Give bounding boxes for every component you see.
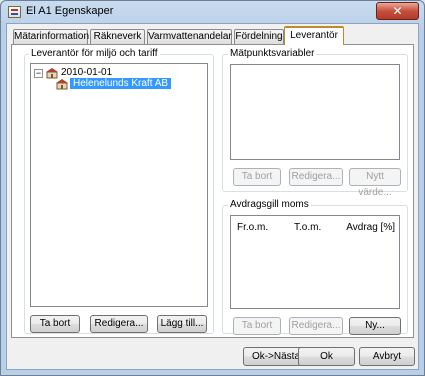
meter-vars-new-value-button[interactable]: Nytt värde...	[349, 168, 401, 198]
close-button[interactable]: ✕	[376, 2, 419, 20]
app-icon	[8, 6, 21, 18]
tab-varmvattenandelar[interactable]: Varmvattenandelar	[147, 29, 232, 45]
meter-variables-list[interactable]	[230, 64, 400, 160]
vat-remove-button[interactable]: Ta bort	[233, 317, 281, 335]
tab-matarinformation[interactable]: Mätarinformation	[13, 29, 89, 45]
supplier-add-button[interactable]: Lägg till...	[157, 315, 207, 333]
title-bar[interactable]: El A1 Egenskaper ✕	[1, 1, 424, 23]
vat-group-label: Avdragsgill moms	[228, 199, 311, 210]
tab-fordelning[interactable]: Fördelning	[234, 29, 284, 45]
ok-button[interactable]: Ok	[298, 347, 355, 366]
dialog-client-area: Mätarinformation Räkneverk Varmvattenand…	[6, 23, 419, 370]
window-title: El A1 Egenskaper	[26, 5, 114, 17]
supplier-building-icon	[56, 79, 68, 90]
vat-col-to[interactable]: T.o.m.	[294, 222, 321, 233]
supplier-group-label: Leverantör för miljö och tariff	[29, 48, 160, 59]
vat-list[interactable]: Fr.o.m. T.o.m. Avdrag [%]	[230, 215, 400, 309]
dialog-footer: Ok->Nästa Ok Avbryt	[7, 343, 420, 371]
cancel-button[interactable]: Avbryt	[359, 347, 415, 366]
vat-new-button[interactable]: Ny...	[349, 317, 401, 335]
tree-date-label: 2010-01-01	[61, 67, 113, 78]
collapse-icon[interactable]: −	[34, 69, 43, 78]
meter-variables-group-label: Mätpunktsvariabler	[228, 48, 317, 59]
tab-leverantor[interactable]: Leverantör	[284, 26, 344, 45]
supplier-remove-button[interactable]: Ta bort	[30, 315, 80, 333]
tree-supplier-label[interactable]: Helenelunds Kraft AB	[70, 78, 172, 89]
supplier-tree[interactable]: − 2010-01-01 Helenelunds Kraft AB	[30, 63, 208, 307]
vat-col-deduction[interactable]: Avdrag [%]	[346, 222, 395, 233]
supplier-edit-button[interactable]: Redigera...	[90, 315, 148, 333]
building-icon	[46, 68, 58, 79]
properties-window: El A1 Egenskaper ✕ Mätarinformation Räkn…	[0, 0, 425, 376]
vat-edit-button[interactable]: Redigera...	[289, 317, 343, 335]
meter-vars-edit-button[interactable]: Redigera...	[289, 168, 343, 186]
tab-panel-leverantor: Leverantör för miljö och tariff − 2010-0…	[11, 44, 414, 338]
tab-raknevark[interactable]: Räkneverk	[90, 29, 145, 45]
vat-col-from[interactable]: Fr.o.m.	[237, 222, 268, 233]
meter-vars-remove-button[interactable]: Ta bort	[233, 168, 281, 186]
